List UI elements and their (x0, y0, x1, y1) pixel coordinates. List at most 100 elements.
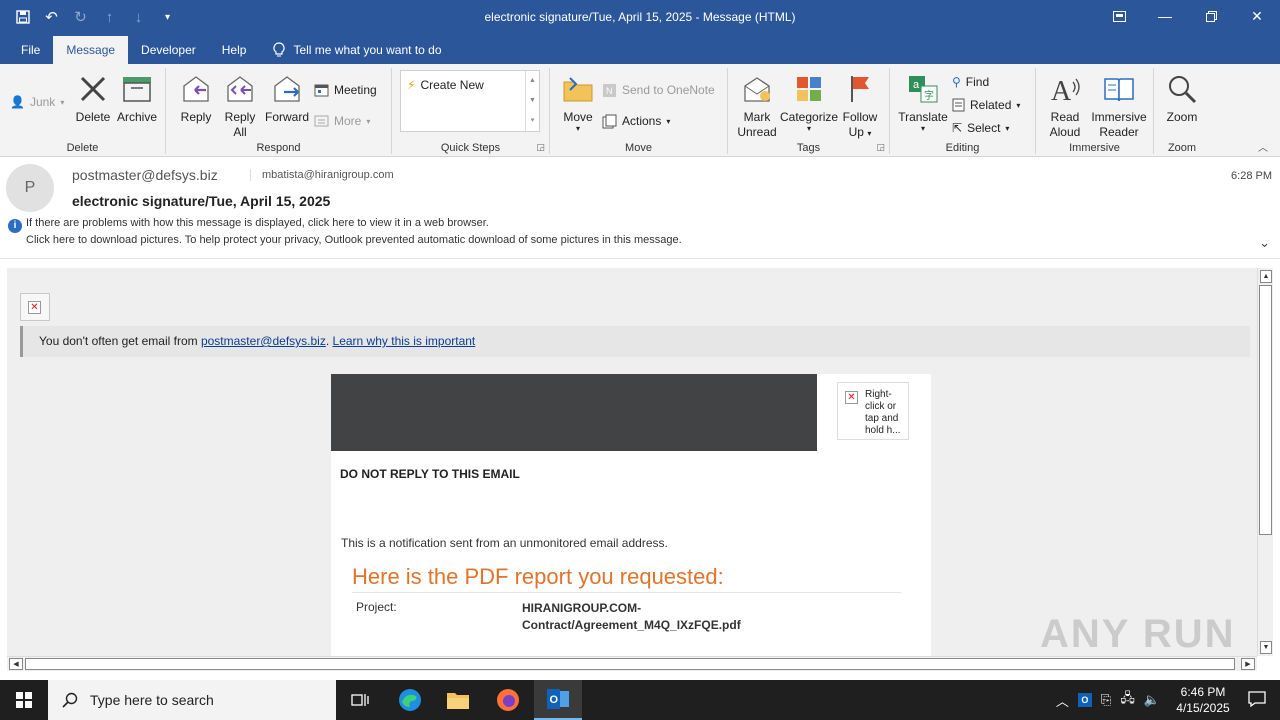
tab-developer[interactable]: Developer (128, 36, 209, 64)
project-value[interactable]: HIRANIGROUP.COM- Contract/Agreement_M4Q_… (522, 600, 741, 634)
follow-up-button[interactable]: Follow Up ▾ (840, 72, 880, 141)
scroll-down-icon[interactable]: ▼ (1260, 641, 1272, 654)
delete-label: Delete (75, 110, 111, 124)
gallery-down-icon[interactable]: ▼ (526, 91, 539, 111)
quick-steps-group: ⚡ Create New ▲ ▼ ▾ Quick Steps ◲ (392, 68, 550, 154)
related-button[interactable]: Related ▾ (952, 95, 1020, 115)
dialog-launcher-icon[interactable]: ◲ (536, 142, 545, 153)
start-button[interactable] (0, 680, 48, 720)
watermark: ANY RUN (1040, 612, 1236, 656)
chevron-up-icon[interactable]: ︿ (1056, 691, 1069, 710)
send-to-onenote-button[interactable]: N Send to OneNote (602, 80, 715, 100)
forward-button[interactable]: Forward (264, 72, 310, 125)
image-placeholder-text: Right-click or tap and hold h... (865, 389, 901, 436)
read-aloud-button[interactable]: A Read Aloud (1044, 72, 1086, 140)
translate-button[interactable]: a字 Translate ▾ (896, 72, 950, 133)
categorize-button[interactable]: Categorize ▾ (780, 72, 838, 133)
ribbon-tabs: File Message Developer Help Tell me what… (0, 34, 1280, 64)
zoom-group: Zoom Zoom (1154, 68, 1210, 154)
scroll-right-icon[interactable]: ▶ (1241, 658, 1255, 670)
read-aloud-icon: A (1044, 72, 1086, 106)
move-group-label: Move (625, 142, 652, 154)
vertical-scrollbar[interactable]: ▲ ▼ (1257, 268, 1273, 656)
minimize-icon[interactable]: — (1142, 0, 1188, 32)
magnifier-icon (1160, 72, 1204, 106)
volume-icon[interactable]: 🔈 (1144, 692, 1160, 708)
archive-button[interactable]: Archive (114, 72, 160, 125)
immersive-reader-button[interactable]: Immersive Reader (1088, 72, 1150, 140)
gallery-more-icon[interactable]: ▾ (526, 111, 539, 131)
restore-icon[interactable] (1188, 0, 1234, 32)
broken-image: ✕ (20, 293, 50, 321)
archive-label: Archive (116, 110, 157, 124)
find-button[interactable]: ⚲ Find (952, 72, 989, 92)
lightbulb-icon (273, 42, 285, 57)
reply-all-button[interactable]: Reply All (220, 72, 260, 140)
taskbar-file-explorer[interactable] (434, 680, 482, 720)
folder-icon (447, 693, 469, 709)
taskbar-outlook[interactable]: O (534, 680, 582, 720)
learn-why-link[interactable]: Learn why this is important (333, 334, 476, 348)
image-placeholder[interactable]: ✕ Right-click or tap and hold h... (837, 382, 909, 440)
horizontal-scroll-thumb[interactable] (25, 658, 1235, 670)
collapse-ribbon-icon[interactable]: ︿ (1258, 139, 1268, 154)
ribbon-display-options-icon[interactable] (1096, 0, 1142, 32)
scroll-left-icon[interactable]: ◀ (9, 658, 23, 670)
clock-time: 6:46 PM (1180, 685, 1226, 699)
zoom-group-label: Zoom (1167, 142, 1197, 154)
taskbar-firefox[interactable] (484, 680, 532, 720)
tab-help[interactable]: Help (209, 36, 260, 64)
chevron-down-icon: ▾ (1005, 123, 1010, 133)
actions-button[interactable]: Actions ▾ (602, 111, 670, 131)
avatar[interactable]: P (6, 164, 54, 212)
reply-button[interactable]: Reply (176, 72, 216, 125)
outlook-icon: O (547, 689, 569, 709)
close-icon[interactable]: ✕ (1234, 0, 1280, 32)
recipient-address[interactable]: mbatista@hiranigroup.com (250, 169, 394, 181)
outlook-tray-icon[interactable]: O (1077, 693, 1092, 707)
meeting-button[interactable]: Meeting (314, 80, 377, 100)
vertical-scroll-thumb[interactable] (1259, 285, 1272, 535)
tell-me-box[interactable]: Tell me what you want to do (259, 36, 442, 64)
mark-unread-button[interactable]: Mark Unread (734, 72, 780, 140)
warning-sender-link[interactable]: postmaster@defsys.biz (201, 334, 326, 348)
chevron-down-icon: ▾ (60, 97, 65, 107)
gallery-scroller[interactable]: ▲ ▼ ▾ (525, 71, 539, 131)
network-icon[interactable]: 🖧 (1120, 689, 1135, 711)
project-label: Project: (356, 600, 397, 614)
flag-icon (840, 72, 880, 106)
dialog-launcher-icon[interactable]: ◲ (876, 142, 885, 153)
tab-file[interactable]: File (8, 36, 53, 64)
categorize-icon (780, 72, 838, 106)
horizontal-scrollbar[interactable]: ◀ ▶ (7, 656, 1257, 671)
chevron-down-icon[interactable]: ⌄ (1259, 235, 1270, 251)
more-respond-button[interactable]: More ▾ (314, 111, 370, 131)
infobar[interactable]: i If there are problems with how this mes… (8, 216, 682, 247)
usb-icon[interactable]: ⎘ (1101, 692, 1111, 708)
notifications-button[interactable] (1248, 690, 1268, 710)
project-value-line-1: HIRANIGROUP.COM- (522, 601, 642, 615)
translate-icon: a字 (896, 72, 950, 106)
create-new-quickstep[interactable]: ⚡ Create New (407, 75, 484, 95)
info-icon: i (8, 219, 22, 233)
junk-button[interactable]: 👤 Junk ▾ (10, 92, 64, 112)
taskbar-clock[interactable]: 6:46 PM 4/15/2025 (1172, 684, 1234, 716)
sender-address[interactable]: postmaster@defsys.biz (72, 167, 218, 183)
select-button[interactable]: ⇱ Select ▾ (952, 118, 1009, 138)
taskbar-search[interactable]: Type here to search (48, 680, 336, 720)
editing-group: a字 Translate ▾ ⚲ Find Related ▾ ⇱ Select… (890, 68, 1036, 154)
edge-icon (399, 689, 421, 711)
task-view-button[interactable] (336, 680, 384, 720)
gallery-up-icon[interactable]: ▲ (526, 71, 539, 91)
scroll-up-icon[interactable]: ▲ (1260, 270, 1272, 283)
zoom-button[interactable]: Zoom (1160, 72, 1204, 125)
tab-message[interactable]: Message (53, 36, 129, 64)
more-icon (314, 115, 329, 127)
archive-icon (114, 72, 160, 106)
chevron-down-icon: ▾ (920, 124, 925, 133)
message-header: P postmaster@defsys.biz mbatista@hiranig… (0, 157, 1280, 259)
taskbar-edge[interactable] (386, 680, 434, 720)
move-button[interactable]: Move ▾ (558, 72, 598, 133)
delete-button[interactable]: Delete (74, 72, 112, 125)
create-new-label: Create New (420, 78, 484, 92)
